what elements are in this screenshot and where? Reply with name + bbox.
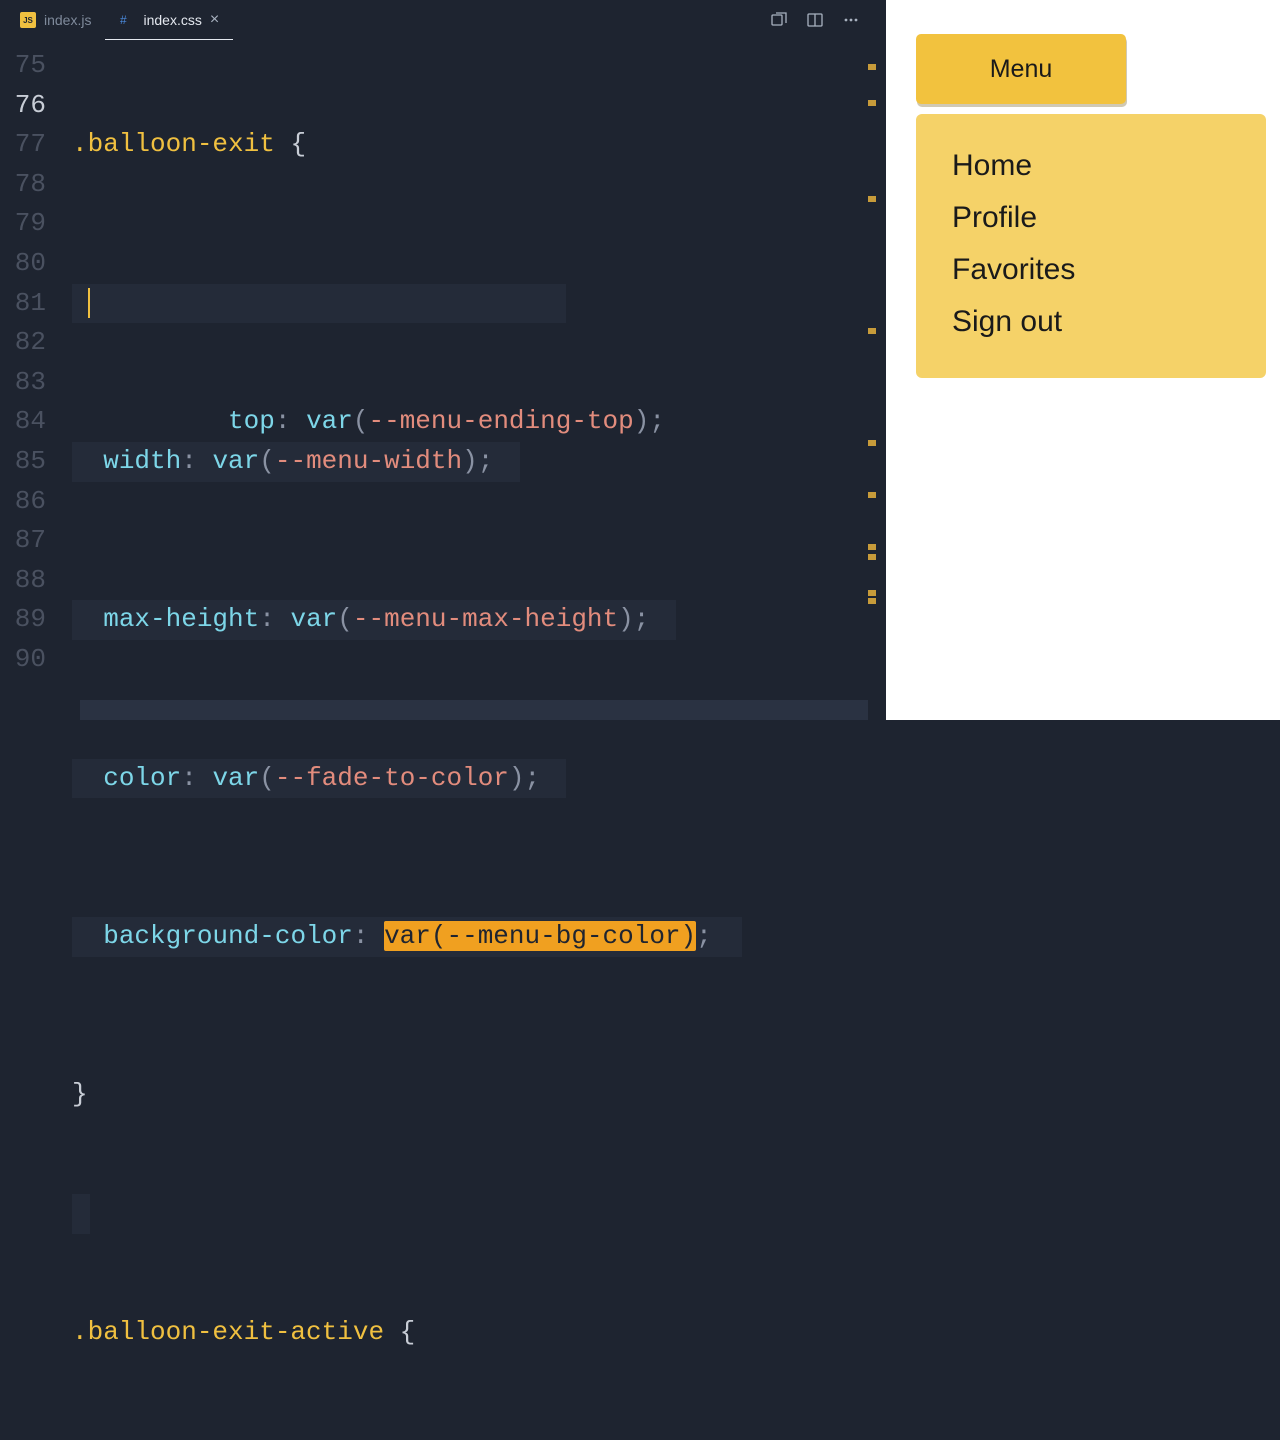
line-number: 75 [0,46,46,86]
line-number: 88 [0,561,46,601]
menu-item-signout[interactable]: Sign out [952,296,1230,348]
line-number: 87 [0,521,46,561]
line-number: 84 [0,402,46,442]
text-cursor [88,288,90,318]
line-number: 83 [0,363,46,403]
tab-index-css[interactable]: # index.css × [105,0,233,40]
line-number: 80 [0,244,46,284]
line-number: 89 [0,600,46,640]
code-line[interactable]: width: var(--menu-width); [72,442,880,482]
search-match-highlight: var(--menu-bg-color) [384,921,696,951]
code-line[interactable]: color: var(--fade-to-color); [72,759,880,799]
preview-panel: Menu Home Profile Favorites Sign out [880,0,1280,720]
menu-toggle-button[interactable]: Menu [916,34,1126,104]
js-file-icon: JS [20,12,36,28]
code-line[interactable]: max-height: var(--menu-max-height); [72,600,880,640]
line-gutter: 75 76 77 78 79 80 81 82 83 84 85 86 87 8… [0,46,72,1440]
code-line[interactable]: .balloon-exit { [72,125,880,165]
code-line[interactable]: .balloon-exit-active { [72,1313,880,1353]
tab-label: index.js [44,12,91,28]
menu-dropdown: Home Profile Favorites Sign out [916,114,1266,378]
menu-item-favorites[interactable]: Favorites [952,244,1230,296]
menu-item-home[interactable]: Home [952,140,1230,192]
tab-index-js[interactable]: JS index.js [6,0,105,40]
minimap[interactable] [862,40,880,700]
tab-label: index.css [143,12,201,28]
compare-changes-icon[interactable] [770,11,788,29]
line-number: 77 [0,125,46,165]
line-number: 79 [0,204,46,244]
close-icon[interactable]: × [210,11,219,29]
line-number: 76 [0,86,46,126]
line-number: 90 [0,640,46,680]
code-lines[interactable]: .balloon-exit { top: var(--menu-ending-t… [72,46,880,1440]
css-file-icon: # [119,12,135,28]
svg-text:#: # [120,13,127,27]
editor-panel: JS index.js # index.css × 75 76 77 [0,0,880,720]
line-number: 86 [0,482,46,522]
line-number: 78 [0,165,46,205]
code-line[interactable]: background-color: var(--menu-bg-color); [72,917,880,957]
line-number: 85 [0,442,46,482]
editor-toolbar [770,11,874,29]
code-area[interactable]: 75 76 77 78 79 80 81 82 83 84 85 86 87 8… [0,40,880,1440]
line-number: 81 [0,284,46,324]
code-line[interactable] [72,1194,880,1234]
code-line[interactable]: top: var(--menu-ending-top); [72,284,880,324]
horizontal-scrollbar[interactable] [80,700,868,720]
split-editor-icon[interactable] [806,11,824,29]
menu-item-profile[interactable]: Profile [952,192,1230,244]
code-line[interactable]: } [72,1075,880,1115]
tab-bar: JS index.js # index.css × [0,0,880,40]
line-number: 82 [0,323,46,363]
more-actions-icon[interactable] [842,11,860,29]
